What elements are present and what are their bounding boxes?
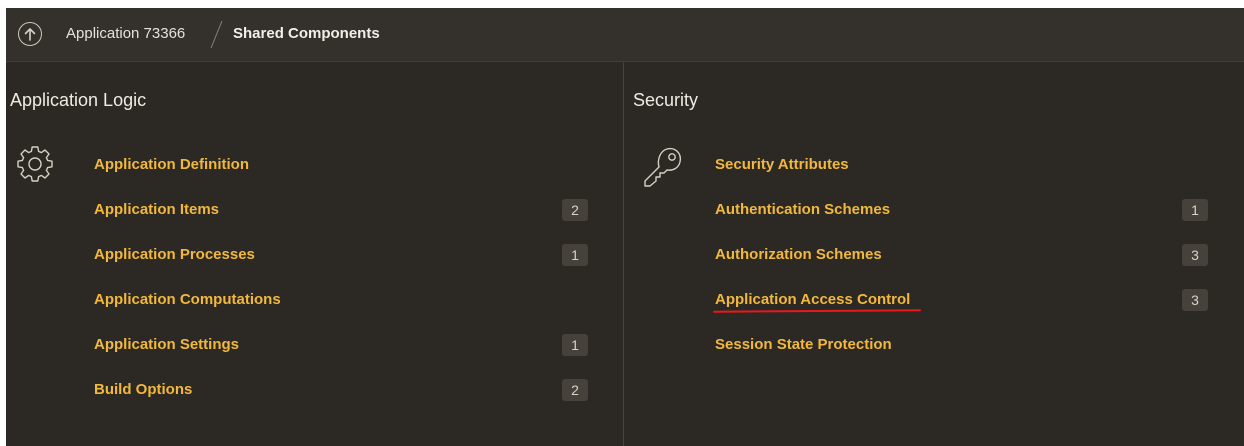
count-badge: 3 <box>1182 289 1208 311</box>
security-title: Security <box>633 90 699 110</box>
count-badge: 1 <box>562 244 588 266</box>
gear-icon <box>17 146 53 182</box>
breadcrumb-application[interactable]: Application 73366 <box>66 25 185 42</box>
count-badge: 2 <box>562 199 588 221</box>
link-application-processes[interactable]: Application Processes <box>94 246 255 263</box>
link-application-definition[interactable]: Application Definition <box>94 156 249 173</box>
link-session-state-protection[interactable]: Session State Protection <box>715 336 892 353</box>
arrow-up-circle-icon[interactable] <box>18 22 42 46</box>
link-security-attributes[interactable]: Security Attributes <box>715 156 849 173</box>
breadcrumb-separator <box>210 21 223 48</box>
key-icon <box>644 147 682 187</box>
count-badge: 1 <box>562 334 588 356</box>
link-authentication-schemes[interactable]: Authentication Schemes <box>715 201 890 218</box>
link-application-settings[interactable]: Application Settings <box>94 336 239 353</box>
breadcrumb: Application 73366 Shared Components <box>6 8 1244 62</box>
count-badge: 3 <box>1182 244 1208 266</box>
link-application-items[interactable]: Application Items <box>94 201 219 218</box>
link-build-options[interactable]: Build Options <box>94 381 192 398</box>
count-badge: 1 <box>1182 199 1208 221</box>
count-badge: 2 <box>562 379 588 401</box>
page-title: Shared Components <box>233 25 380 42</box>
link-application-computations[interactable]: Application Computations <box>94 291 281 308</box>
shared-components-page: Application 73366 Shared Components Appl… <box>6 8 1244 446</box>
link-application-access-control[interactable]: Application Access Control <box>715 291 910 308</box>
application-logic-title: Application Logic <box>10 90 147 110</box>
panel-divider <box>623 62 624 446</box>
link-authorization-schemes[interactable]: Authorization Schemes <box>715 246 882 263</box>
red-highlight-underline <box>712 309 922 313</box>
